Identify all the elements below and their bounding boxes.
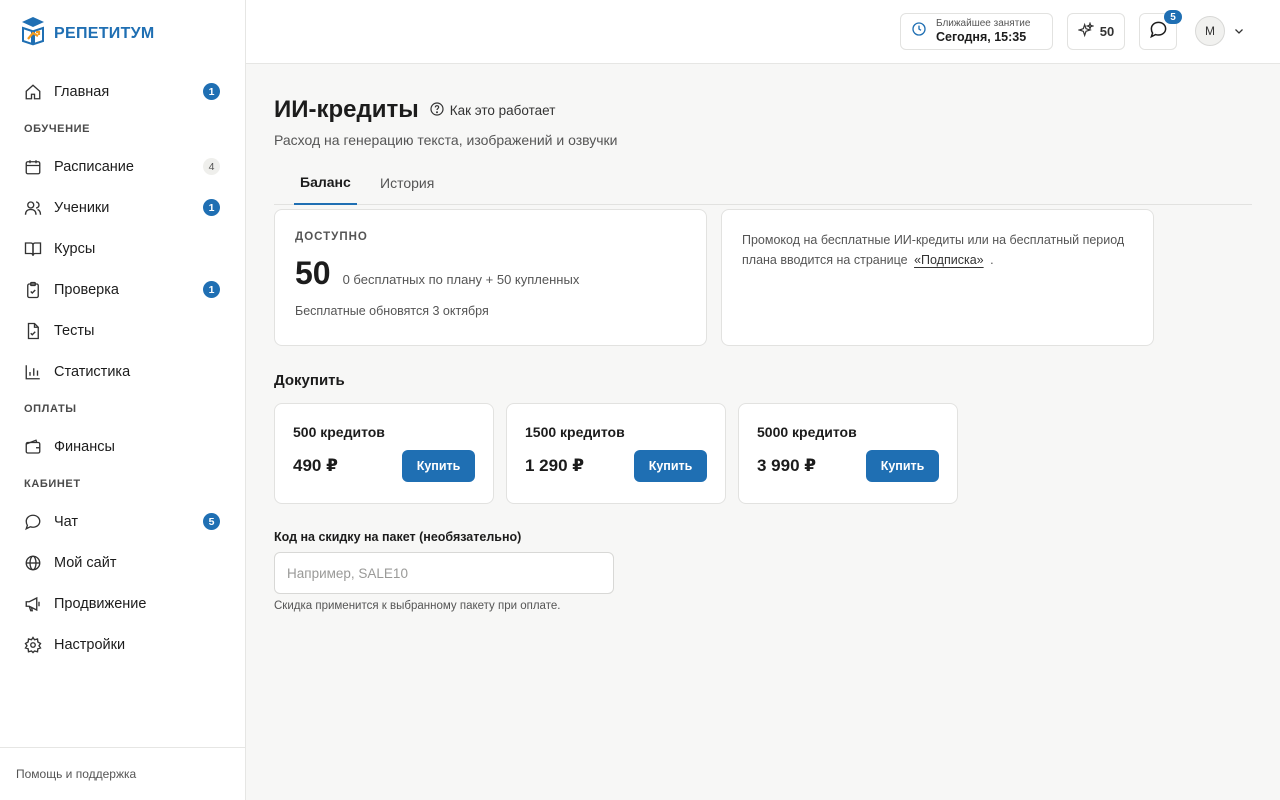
subscription-link[interactable]: «Подписка» [911, 253, 987, 267]
sidebar-item-label: Статистика [54, 363, 131, 380]
package-card: 1500 кредитов 1 290 ₽ Купить [506, 403, 726, 504]
sidebar-item-label: Ученики [54, 199, 110, 216]
sidebar-item-label: Расписание [54, 158, 134, 175]
sidebar-item-promotion[interactable]: Продвижение [0, 583, 245, 624]
megaphone-icon [24, 595, 42, 613]
message-icon [24, 513, 42, 531]
gear-icon [24, 635, 42, 654]
clock-icon [911, 21, 927, 42]
sidebar-item-label: Проверка [54, 281, 119, 298]
promo-card: Промокод на бесплатные ИИ-кредиты или на… [721, 209, 1154, 346]
count-badge: 1 [203, 281, 220, 298]
book-icon [24, 240, 42, 258]
package-price: 490 ₽ [293, 456, 338, 475]
count-badge: 5 [203, 513, 220, 530]
next-lesson-button[interactable]: Ближайшее занятие Сегодня, 15:35 [900, 13, 1053, 50]
avatar[interactable]: М [1195, 16, 1225, 46]
section-heading: КАБИНЕТ [24, 478, 81, 490]
wallet-icon [24, 438, 42, 456]
package-card: 500 кредитов 490 ₽ Купить [274, 403, 494, 504]
balance-value: 50 [295, 255, 331, 291]
clipboard-check-icon [24, 281, 42, 299]
sidebar-item-my-site[interactable]: Мой сайт [0, 542, 245, 583]
sidebar-item-chat[interactable]: Чат 5 [0, 501, 245, 542]
message-icon [1149, 20, 1168, 44]
page-subtitle: Расход на генерацию текста, изображений … [274, 132, 618, 148]
count-badge: 1 [203, 83, 220, 100]
section-heading: ОБУЧЕНИЕ [24, 123, 91, 135]
help-circle-icon [429, 101, 445, 120]
users-icon [24, 199, 42, 217]
next-lesson-label: Ближайшее занятие [936, 18, 1031, 29]
help-link[interactable]: Помощь и поддержка [0, 747, 245, 800]
home-icon [24, 83, 42, 101]
sidebar-item-label: Курсы [54, 240, 96, 257]
balance-card: ДОСТУПНО 50 0 бесплатных по плану + 50 к… [274, 209, 707, 346]
chevron-down-icon[interactable] [1233, 24, 1245, 42]
how-it-works-label: Как это работает [449, 102, 556, 118]
discount-code-hint: Скидка применится к выбранному пакету пр… [274, 600, 561, 612]
balance-label: ДОСТУПНО [295, 231, 368, 243]
sidebar-item-label: Мой сайт [54, 554, 117, 571]
page-title: ИИ-кредиты [274, 96, 419, 123]
brand-name: РЕПЕТИТУМ [54, 24, 155, 42]
chat-badge: 5 [1164, 10, 1182, 24]
sidebar-item-label: Продвижение [54, 595, 147, 612]
title-row: ИИ-кредиты Как это работает [274, 96, 555, 124]
package-name: 500 кредитов [293, 424, 385, 440]
next-lesson-value: Сегодня, 15:35 [936, 30, 1027, 44]
balance-note: Бесплатные обновятся 3 октября [295, 304, 489, 318]
count-badge: 1 [203, 199, 220, 216]
sidebar-item-tests[interactable]: Тесты [0, 310, 245, 351]
buy-button[interactable]: Купить [402, 450, 475, 482]
package-price: 3 990 ₽ [757, 456, 817, 475]
sidebar-item-finance[interactable]: Финансы [0, 426, 245, 467]
globe-icon [24, 554, 42, 572]
package-card: 5000 кредитов 3 990 ₽ Купить [738, 403, 958, 504]
sidebar-item-label: Чат [54, 513, 79, 530]
sidebar-item-settings[interactable]: Настройки [0, 624, 245, 665]
buy-button[interactable]: Купить [866, 450, 939, 482]
sparkles-icon [1077, 21, 1095, 41]
file-check-icon [24, 322, 42, 340]
package-name: 1500 кредитов [525, 424, 625, 440]
calendar-icon [24, 158, 42, 176]
sidebar-item-statistics[interactable]: Статистика [0, 351, 245, 392]
sidebar-item-home[interactable]: Главная 1 [0, 71, 245, 112]
tab-balance[interactable]: Баланс [294, 161, 357, 205]
balance-description: 0 бесплатных по плану + 50 купленных [342, 272, 580, 287]
buy-section-title: Докупить [274, 372, 345, 389]
promo-text-end: . [990, 253, 994, 267]
chat-button[interactable]: 5 [1139, 10, 1182, 50]
section-heading: ОПЛАТЫ [24, 403, 77, 415]
sidebar-item-label: Тесты [54, 322, 95, 339]
discount-code-label: Код на скидку на пакет (необязательно) [274, 530, 522, 544]
logo-icon [20, 15, 46, 52]
logo[interactable]: РЕПЕТИТУМ [20, 15, 155, 52]
package-name: 5000 кредитов [757, 424, 857, 440]
tab-history[interactable]: История [380, 161, 434, 205]
sidebar-item-label: Настройки [54, 636, 126, 653]
how-it-works-link[interactable]: Как это работает [429, 101, 556, 120]
sidebar-item-review[interactable]: Проверка 1 [0, 269, 245, 310]
tabs: Баланс История [274, 161, 1252, 205]
sidebar-item-courses[interactable]: Курсы [0, 228, 245, 269]
sidebar: РЕПЕТИТУМ Главная 1 ОБУЧЕНИЕ Расписание … [0, 0, 246, 800]
discount-code-input[interactable] [274, 552, 614, 594]
sidebar-item-label: Главная [54, 83, 110, 100]
ai-credits-button[interactable]: 50 [1067, 13, 1125, 50]
sidebar-item-students[interactable]: Ученики 1 [0, 187, 245, 228]
sidebar-nav: Главная 1 ОБУЧЕНИЕ Расписание 4 Ученики … [0, 71, 245, 665]
sidebar-item-schedule[interactable]: Расписание 4 [0, 146, 245, 187]
bar-chart-icon [24, 363, 42, 381]
top-header: Ближайшее занятие Сегодня, 15:35 50 5 М [246, 0, 1280, 64]
credits-count: 50 [1099, 24, 1115, 39]
sidebar-item-label: Финансы [54, 438, 115, 455]
count-badge: 4 [203, 158, 220, 175]
package-price: 1 290 ₽ [525, 456, 585, 475]
buy-button[interactable]: Купить [634, 450, 707, 482]
